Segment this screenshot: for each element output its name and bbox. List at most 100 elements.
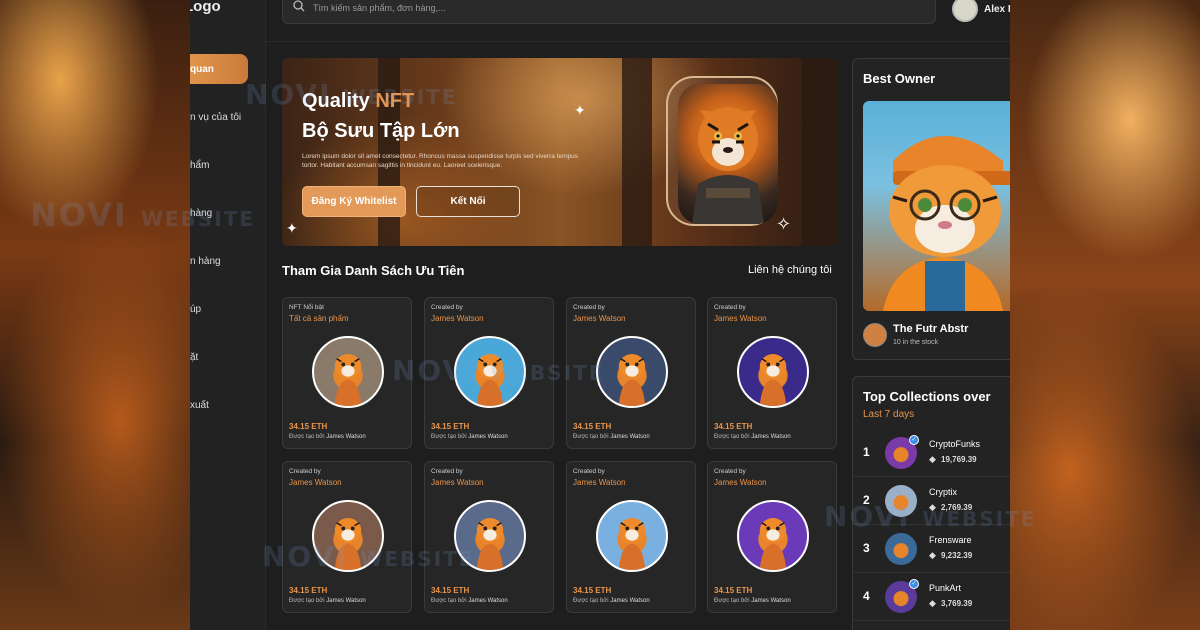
sidebar-item-my-tasks[interactable]: n vụ của tôi	[190, 102, 248, 132]
nft-creator[interactable]: James Watson	[289, 478, 342, 487]
sidebar-item-logout[interactable]: xuất	[190, 390, 248, 420]
nft-card[interactable]: Created by James Watson 34.15 ETH Được tạo …	[707, 297, 837, 449]
nft-card[interactable]: NFT Nổi bật Tất cả sản phẩm 34.15 ETH Được …	[282, 297, 412, 449]
nft-card[interactable]: Created by James Watson 34.15 ETH Được tạo …	[566, 461, 696, 613]
collection-row[interactable]: 3 Frensware ◆ 9,232.39	[853, 525, 1010, 573]
collection-value: 2,769.39	[941, 503, 973, 512]
nft-owner-name[interactable]: James Watson	[326, 598, 365, 604]
sidebar-item-label: hàng	[190, 207, 213, 219]
sidebar-item-orders[interactable]: n hàng	[190, 246, 248, 276]
collection-name[interactable]: CryptoFunks	[929, 439, 980, 449]
nft-image[interactable]	[737, 336, 809, 408]
nft-price: 34.15 ETH	[573, 422, 612, 431]
collection-row[interactable]: 2 Cryptix ◆ 2,769.39	[853, 477, 1010, 525]
nft-creator[interactable]: Tất cả sản phẩm	[289, 314, 349, 323]
best-owner-image[interactable]	[863, 101, 1010, 311]
nft-creator[interactable]: James Watson	[714, 314, 767, 323]
contact-link[interactable]: Liên hệ chúng tôi	[748, 264, 832, 276]
search-input[interactable]	[313, 3, 873, 13]
sidebar-item-label: úp	[190, 303, 202, 315]
tiger-illustration	[476, 354, 504, 406]
tiger-illustration	[759, 518, 787, 570]
sidebar-item-help[interactable]: úp	[190, 294, 248, 324]
sidebar-item-products[interactable]: hẩm	[190, 150, 248, 180]
nft-owner: Được tạo bởi James Watson	[714, 598, 791, 604]
user-avatar[interactable]	[952, 0, 978, 22]
nft-price: 34.15 ETH	[573, 586, 612, 595]
nft-caption: Created by	[431, 304, 463, 311]
nft-card[interactable]: Created by James Watson 34.15 ETH Được tạo …	[424, 461, 554, 613]
sidebar-item-settings[interactable]: ặt	[190, 342, 248, 372]
app-logo[interactable]: Logo	[190, 0, 221, 15]
best-owner-title: Best Owner	[863, 71, 936, 86]
nft-caption: Created by	[714, 304, 746, 311]
nft-owner-name[interactable]: James Watson	[468, 434, 507, 440]
collection-row[interactable]: 4 ✓ PunkArt ◆ 3,769.39	[853, 573, 1010, 621]
collection-row[interactable]: 1 ✓ CryptoFunks ◆ 19,769.39	[853, 429, 1010, 477]
hero-title-accent: NFT	[375, 90, 415, 112]
sidebar-item-label: xuất	[190, 399, 209, 411]
connect-button[interactable]: Kết Nối	[416, 186, 520, 217]
nft-image[interactable]	[454, 500, 526, 572]
nft-owner-name[interactable]: James Watson	[468, 598, 507, 604]
nft-owner-name[interactable]: James Watson	[326, 434, 365, 440]
nft-image[interactable]	[312, 336, 384, 408]
nft-caption: Created by	[289, 468, 321, 475]
sidebar: Logo quan n vụ của tôi hẩm hàng n hàng ú…	[190, 0, 266, 630]
top-bar: Alex F	[266, 0, 1010, 42]
backdrop-right	[1010, 0, 1200, 630]
sidebar-item-customers[interactable]: hàng	[190, 198, 248, 228]
nft-card[interactable]: Created by James Watson 34.15 ETH Được tạo …	[707, 461, 837, 613]
sparkle-icon: ✦	[286, 220, 298, 236]
tiger-illustration	[618, 518, 646, 570]
tiger-illustration	[883, 136, 1010, 311]
sidebar-item-label: n hàng	[190, 255, 221, 267]
collection-rank: 1	[863, 445, 870, 459]
search-bar[interactable]	[282, 0, 936, 24]
nft-price: 34.15 ETH	[431, 422, 470, 431]
nft-owner: Được tạo bởi James Watson	[714, 434, 791, 440]
nft-image[interactable]	[737, 500, 809, 572]
owner-name[interactable]: The Futr Abstr	[893, 323, 968, 335]
best-owner-panel: Best Owner The Futr Abstr 10 in the stoc…	[852, 58, 1010, 360]
nft-owner-name[interactable]: James Watson	[751, 598, 790, 604]
collection-name[interactable]: PunkArt	[929, 583, 961, 593]
nft-owner-name[interactable]: James Watson	[751, 434, 790, 440]
nft-creator[interactable]: James Watson	[714, 478, 767, 487]
nft-image[interactable]	[596, 500, 668, 572]
nft-image[interactable]	[596, 336, 668, 408]
user-name[interactable]: Alex F	[984, 4, 1010, 15]
nft-image[interactable]	[312, 500, 384, 572]
nft-owner-prefix: Được tạo bởi	[573, 434, 609, 440]
nft-caption: Created by	[573, 468, 605, 475]
collection-name[interactable]: Cryptix	[929, 487, 957, 497]
owner-avatar[interactable]	[863, 323, 887, 347]
nft-owner-name[interactable]: James Watson	[610, 598, 649, 604]
nft-caption: Created by	[714, 468, 746, 475]
nft-card[interactable]: Created by James Watson 34.15 ETH Được tạo …	[566, 297, 696, 449]
nft-owner: Được tạo bởi James Watson	[289, 434, 366, 440]
nft-owner-prefix: Được tạo bởi	[431, 598, 467, 604]
nft-creator[interactable]: James Watson	[431, 478, 484, 487]
collection-avatar[interactable]	[885, 533, 917, 565]
collection-avatar[interactable]	[885, 485, 917, 517]
nft-price: 34.15 ETH	[431, 586, 470, 595]
nft-card[interactable]: Created by James Watson 34.15 ETH Được tạo …	[282, 461, 412, 613]
nft-creator[interactable]: James Watson	[573, 478, 626, 487]
nft-creator[interactable]: James Watson	[573, 314, 626, 323]
backdrop-left	[0, 0, 190, 630]
tiger-illustration	[334, 354, 362, 406]
hero-nft-image	[678, 84, 778, 224]
nft-creator[interactable]: James Watson	[431, 314, 484, 323]
nft-card[interactable]: Created by James Watson 34.15 ETH Được tạo …	[424, 297, 554, 449]
collection-name[interactable]: Frensware	[929, 535, 972, 545]
nft-image[interactable]	[454, 336, 526, 408]
nft-owner-name[interactable]: James Watson	[610, 434, 649, 440]
tiger-illustration	[334, 518, 362, 570]
nft-owner-prefix: Được tạo bởi	[573, 598, 609, 604]
sidebar-item-label: quan	[190, 63, 214, 75]
nft-caption: Created by	[573, 304, 605, 311]
sidebar-item-overview[interactable]: quan	[190, 54, 248, 84]
hero-description: Lorem ipsum dolor sit amet consectetur. …	[302, 153, 579, 169]
whitelist-button[interactable]: Đăng Ký Whitelist	[302, 186, 406, 217]
